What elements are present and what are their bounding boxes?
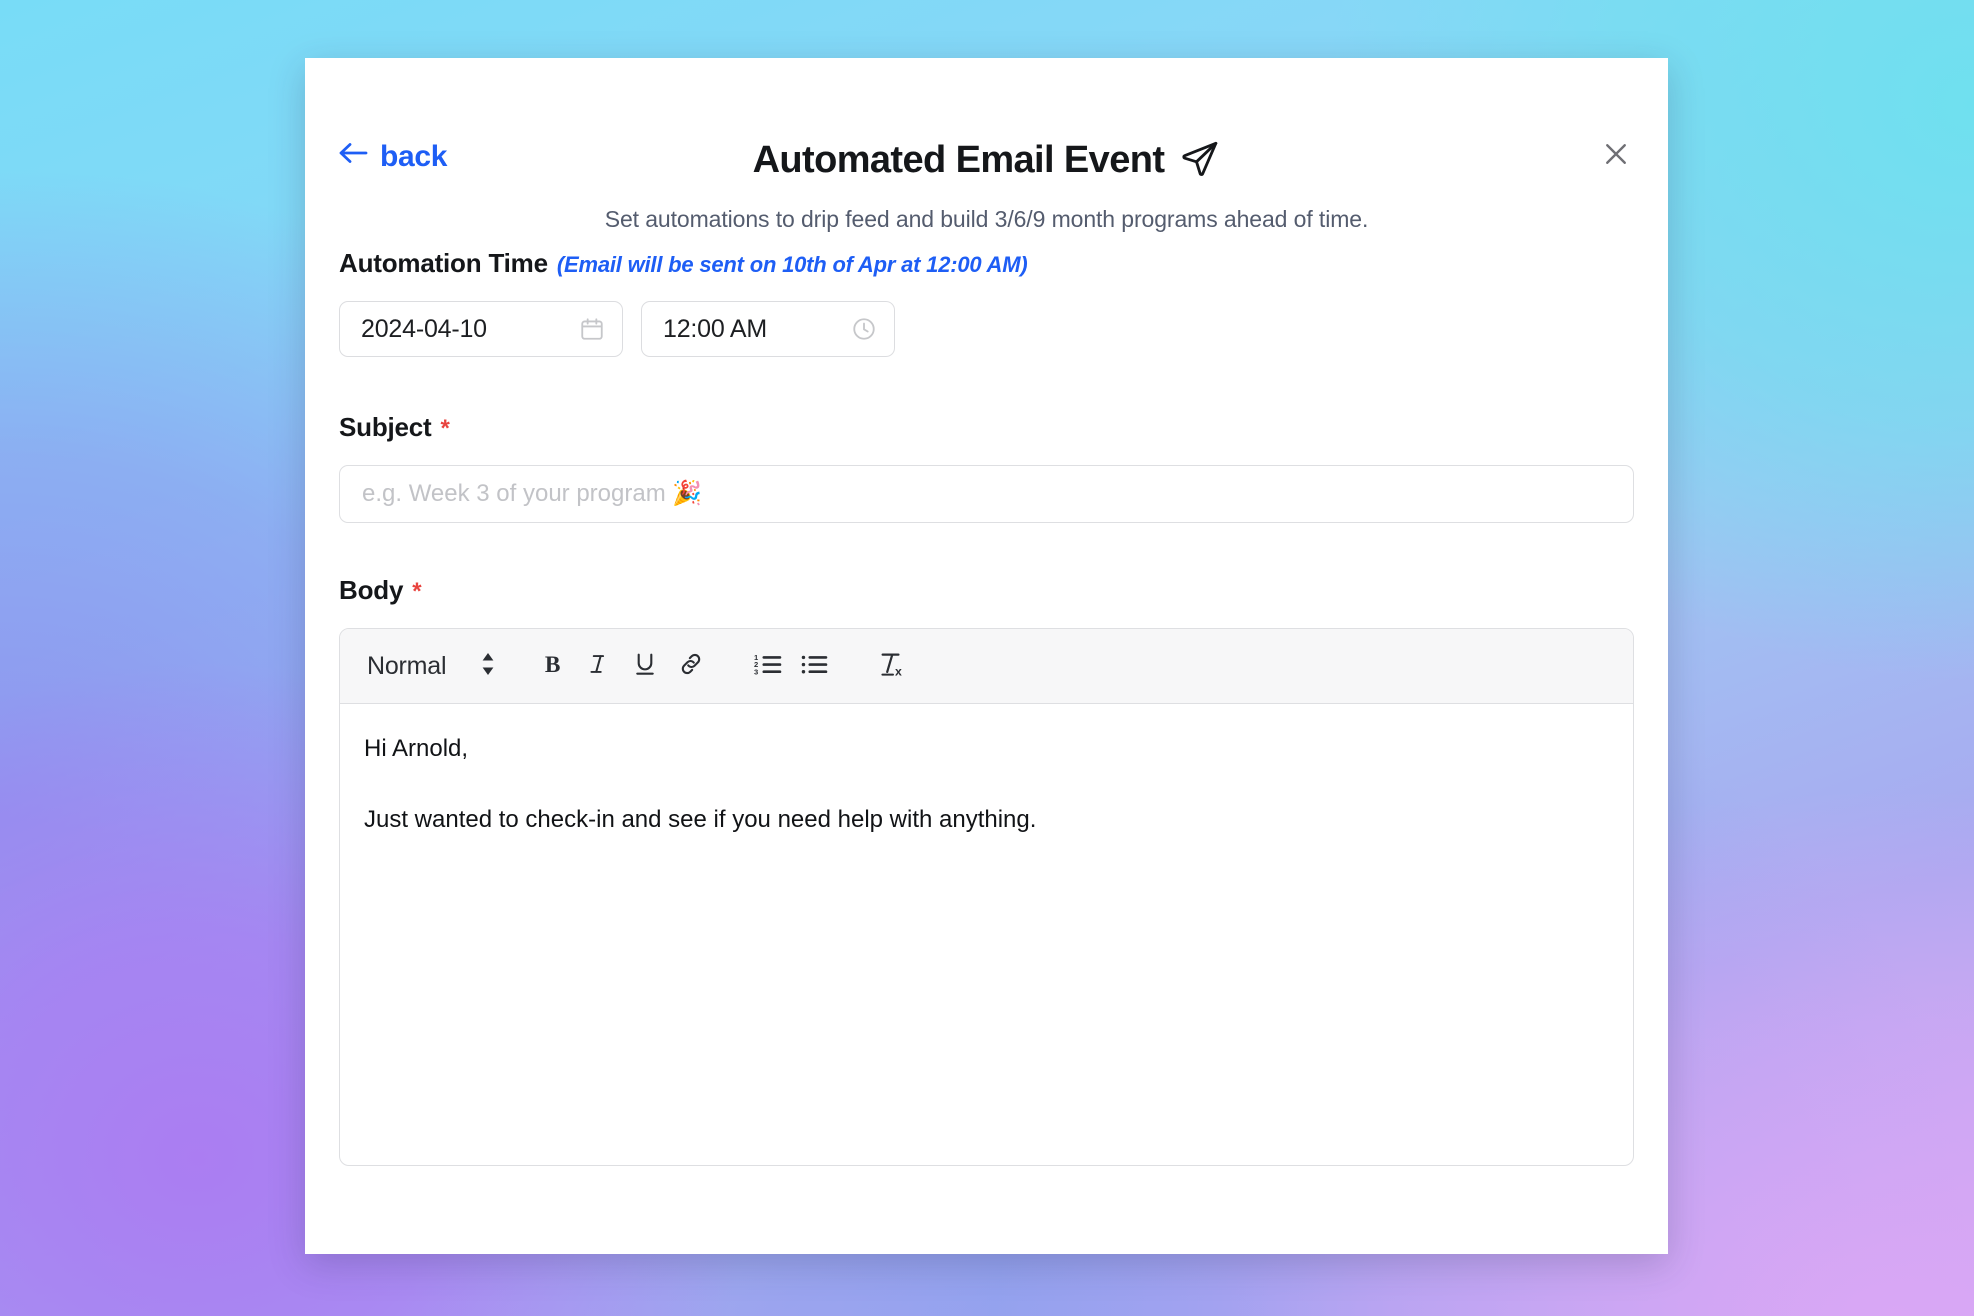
datetime-row: 2024-04-10 12:00 AM xyxy=(339,301,1634,357)
ordered-list-icon: 1 2 3 xyxy=(754,650,784,683)
automation-date-input[interactable]: 2024-04-10 xyxy=(339,301,623,357)
automation-time-value: 12:00 AM xyxy=(663,314,768,343)
body-required-asterisk: * xyxy=(412,578,422,605)
underline-icon xyxy=(631,650,659,683)
bold-icon: B xyxy=(539,650,567,683)
automation-date-value: 2024-04-10 xyxy=(361,314,487,343)
editor-toolbar: Normal B 1 2 3 x xyxy=(340,629,1633,704)
arrow-left-icon xyxy=(338,140,368,174)
svg-text:x: x xyxy=(895,664,902,678)
subject-block: Subject * xyxy=(339,412,1634,523)
title-row: Automated Email Event xyxy=(305,138,1668,183)
send-paper-plane-icon xyxy=(1180,138,1220,183)
clear-formatting-icon: x xyxy=(877,649,909,684)
automation-time-block: Automation Time (Email will be sent on 1… xyxy=(339,248,1634,357)
clear-formatting-button[interactable]: x xyxy=(870,643,916,689)
automation-time-hint: (Email will be sent on 10th of Apr at 12… xyxy=(556,252,1028,277)
list-button-group: 1 2 3 xyxy=(746,643,838,689)
link-icon xyxy=(677,650,705,683)
form-area: Automation Time (Email will be sent on 1… xyxy=(339,248,1634,1166)
back-button[interactable]: back xyxy=(338,140,447,174)
modal-subtitle: Set automations to drip feed and build 3… xyxy=(604,206,1369,232)
bold-button[interactable]: B xyxy=(530,643,576,689)
link-button[interactable] xyxy=(668,643,714,689)
format-dropdown[interactable]: Normal xyxy=(367,649,498,684)
bullet-list-button[interactable] xyxy=(792,643,838,689)
automation-time-input[interactable]: 12:00 AM xyxy=(641,301,895,357)
automated-email-event-modal: back Automated Email Event Set automatio… xyxy=(305,58,1668,1254)
back-button-label: back xyxy=(380,140,448,173)
body-block: Body * Normal B 1 2 3 x Hi Arnold, Just … xyxy=(339,575,1634,1166)
body-label-row: Body * xyxy=(339,575,1634,606)
page-title: Automated Email Event xyxy=(752,139,1165,181)
close-button[interactable] xyxy=(1596,136,1636,176)
subject-required-asterisk: * xyxy=(440,415,450,442)
svg-text:3: 3 xyxy=(754,667,758,676)
subject-input[interactable] xyxy=(339,465,1634,523)
body-line-1: Hi Arnold, xyxy=(364,735,469,762)
italic-button[interactable] xyxy=(576,643,622,689)
automation-time-label-row: Automation Time (Email will be sent on 1… xyxy=(339,248,1634,279)
bullet-list-icon xyxy=(800,650,830,683)
ordered-list-button[interactable]: 1 2 3 xyxy=(746,643,792,689)
subject-label: Subject xyxy=(339,412,432,442)
calendar-icon[interactable] xyxy=(579,316,605,342)
email-body-editor[interactable]: Hi Arnold, Just wanted to check-in and s… xyxy=(340,704,1633,1165)
svg-text:B: B xyxy=(545,652,561,678)
format-dropdown-label: Normal xyxy=(367,651,447,680)
clock-icon[interactable] xyxy=(851,316,877,342)
automation-time-label: Automation Time xyxy=(339,248,548,278)
body-line-2: Just wanted to check-in and see if you n… xyxy=(364,805,1037,833)
close-icon xyxy=(1601,139,1631,174)
italic-icon xyxy=(585,650,613,683)
text-style-button-group: B xyxy=(530,643,714,689)
modal-header: back Automated Email Event Set automatio… xyxy=(305,58,1668,232)
chevron-up-down-icon xyxy=(478,649,498,684)
body-label: Body xyxy=(339,575,404,605)
underline-button[interactable] xyxy=(622,643,668,689)
subject-label-row: Subject * xyxy=(339,412,1634,443)
rich-text-editor: Normal B 1 2 3 x Hi Arnold, Just wanted … xyxy=(339,628,1634,1166)
